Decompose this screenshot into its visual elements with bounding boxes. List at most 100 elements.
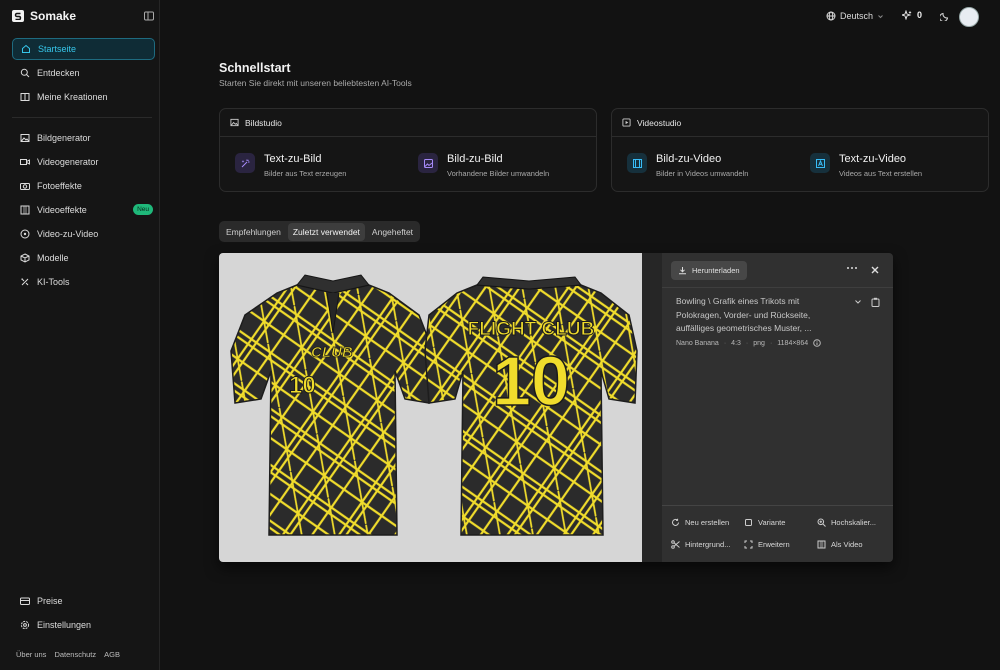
tool-title: Text-zu-Video (839, 153, 907, 165)
footer-link-privacy[interactable]: Datenschutz (54, 650, 96, 659)
cube-icon (20, 253, 30, 263)
download-label: Herunterladen (692, 266, 740, 275)
tool-text-zu-bild[interactable]: Text-zu-Bild Bilder aus Text erzeugen (235, 153, 346, 178)
sidebar-item-label: Meine Kreationen (37, 92, 108, 102)
footer-link-terms[interactable]: AGB (104, 650, 120, 659)
avatar[interactable] (959, 7, 979, 27)
tools-icon (20, 277, 30, 287)
meta-ratio: 4:3 (731, 339, 741, 347)
brand[interactable]: Somake (12, 9, 76, 23)
language-selector[interactable]: Deutsch (826, 11, 884, 21)
sidebar-bottom-nav: Preise Einstellungen (12, 590, 155, 638)
action-label: Erweitern (758, 540, 790, 549)
tool-desc: Bilder in Videos umwandeln (656, 169, 749, 178)
tool-title: Bild-zu-Video (656, 153, 722, 165)
sidebar-item-startseite[interactable]: Startseite (12, 38, 155, 60)
download-button[interactable]: Herunterladen (671, 261, 747, 280)
viewer-divider (642, 253, 662, 562)
scissors-icon (671, 540, 680, 549)
expand-icon (744, 540, 753, 549)
moon-icon[interactable] (940, 11, 950, 21)
globe-icon (826, 11, 836, 21)
play-circle-icon (20, 229, 30, 239)
sidebar-item-fotoeffekte[interactable]: Fotoeffekte (12, 175, 155, 197)
sidebar-item-label: KI-Tools (37, 277, 70, 287)
more-options-icon[interactable] (846, 266, 858, 270)
sidebar-item-ki-tools[interactable]: KI-Tools (12, 271, 155, 293)
sidebar-item-modelle[interactable]: Modelle (12, 247, 155, 269)
language-label: Deutsch (840, 11, 874, 21)
sidebar-item-label: Fotoeffekte (37, 181, 82, 191)
sidebar-item-videogenerator[interactable]: Videogenerator (12, 151, 155, 173)
sidebar-item-label: Videoeffekte (37, 205, 87, 215)
videostudio-card: Videostudio Bild-zu-Video Bilder in Video… (611, 108, 989, 192)
sidebar-item-label: Videogenerator (37, 157, 99, 167)
jersey-front-number: 10 (289, 372, 316, 399)
tool-text-zu-video[interactable]: Text-zu-Video Videos aus Text erstellen (810, 153, 922, 178)
film-icon (627, 153, 647, 173)
tool-desc: Vorhandene Bilder umwandeln (447, 169, 550, 178)
content-tabs: Empfehlungen Zuletzt verwendet Angehefte… (219, 221, 421, 242)
sidebar-item-label: Modelle (37, 253, 69, 263)
magic-wand-icon (235, 153, 255, 173)
tab-angeheftet[interactable]: Angeheftet (367, 223, 418, 241)
jersey-back-number: 10 (492, 342, 570, 420)
play-square-icon (622, 118, 631, 127)
variant-button[interactable]: Variante (744, 518, 785, 527)
sidebar: Somake Startseite Entdecken Meine Kreati… (0, 0, 160, 670)
brand-name: Somake (30, 9, 77, 23)
jersey-front (230, 274, 434, 536)
credit-card-icon (20, 596, 30, 606)
background-button[interactable]: Hintergrund... (671, 540, 730, 549)
credits-count: 0 (917, 10, 923, 20)
recreate-button[interactable]: Neu erstellen (671, 518, 729, 527)
sidebar-item-bildgenerator[interactable]: Bildgenerator (12, 127, 155, 149)
sidebar-main-nav: Startseite Entdecken Meine Kreationen (12, 38, 155, 110)
sidebar-item-meine-kreationen[interactable]: Meine Kreationen (12, 86, 155, 108)
close-icon[interactable] (870, 265, 880, 275)
sidebar-item-einstellungen[interactable]: Einstellungen (12, 614, 155, 636)
action-label: Als Video (831, 540, 863, 549)
film-icon (817, 540, 826, 549)
sidebar-divider (12, 117, 152, 118)
sidebar-item-preise[interactable]: Preise (12, 590, 155, 612)
tool-bild-zu-video[interactable]: Bild-zu-Video Bilder in Videos umwandeln (627, 153, 748, 178)
search-icon (20, 68, 30, 78)
expand-button[interactable]: Erweitern (744, 540, 790, 549)
meta-size: 1184×864 (777, 339, 809, 347)
credits-indicator[interactable]: 0 (902, 10, 922, 20)
as-video-button[interactable]: Als Video (817, 540, 863, 549)
generated-image[interactable]: CLUB 10 FLIGHT CLUB 10 (219, 253, 642, 562)
image-viewer: CLUB 10 FLIGHT CLUB 10 Herunterladen Bow… (219, 253, 893, 562)
upscale-button[interactable]: Hochskalier... (817, 518, 876, 527)
sidebar-item-video-zu-video[interactable]: Video-zu-Video (12, 223, 155, 245)
footer-link-about[interactable]: Über uns (16, 650, 46, 659)
studio-title: Bildstudio (245, 117, 282, 128)
chevron-down-icon (877, 13, 884, 20)
square-icon (744, 518, 753, 527)
sidebar-item-entdecken[interactable]: Entdecken (12, 62, 155, 84)
gear-icon (20, 620, 30, 630)
image-icon (20, 133, 30, 143)
sidebar-item-label: Video-zu-Video (37, 229, 99, 239)
detail-panel: Herunterladen Bowling \ Grafik eines Tri… (662, 253, 893, 562)
tab-empfehlungen[interactable]: Empfehlungen (221, 223, 286, 241)
tool-title: Text-zu-Bild (264, 153, 322, 165)
sidebar-toggle-icon[interactable] (144, 11, 154, 21)
studio-title: Videostudio (637, 117, 682, 128)
tab-zuletzt-verwendet[interactable]: Zuletzt verwendet (287, 222, 365, 241)
chevron-down-icon[interactable] (854, 298, 862, 306)
tool-desc: Bilder aus Text erzeugen (264, 169, 347, 178)
book-icon (20, 92, 30, 102)
action-label: Hochskalier... (831, 518, 877, 527)
sidebar-item-label: Preise (37, 596, 63, 606)
copy-icon[interactable] (871, 297, 880, 307)
refresh-icon (671, 518, 680, 527)
sidebar-item-videoeffekte[interactable]: Videoeffekte Neu (12, 199, 155, 221)
image-meta: Nano Banana · 4:3 · png · 1184×864 (676, 339, 821, 347)
tool-bild-zu-bild[interactable]: Bild-zu-Bild Vorhandene Bilder umwandeln (418, 153, 549, 178)
info-icon[interactable] (813, 339, 821, 347)
topbar: Deutsch 0 (160, 0, 1000, 34)
tool-desc: Videos aus Text erstellen (839, 169, 923, 178)
image-edit-icon (418, 153, 438, 173)
